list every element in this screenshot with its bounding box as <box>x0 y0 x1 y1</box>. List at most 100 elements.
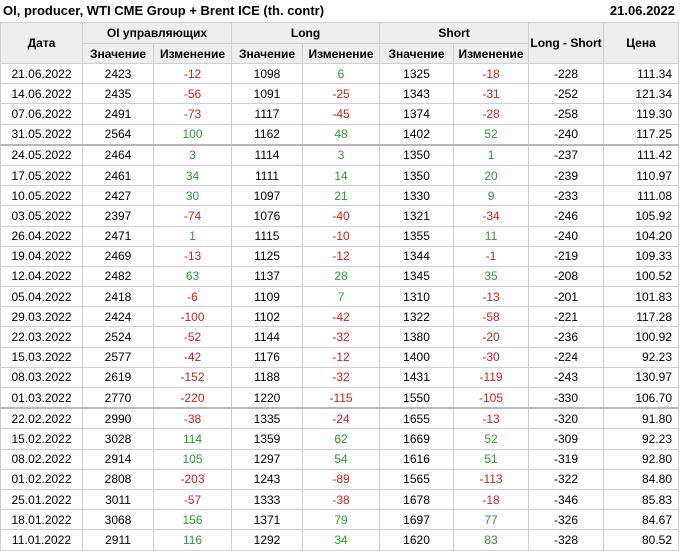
header-price: Цена <box>603 22 680 64</box>
price-cell: 121.34 <box>603 83 680 105</box>
table-row: 15.02.2022 3028 114 1359 62 1669 52 -309 92.23 <box>0 428 680 450</box>
long-short-cell: -240 <box>528 225 605 247</box>
short-value-cell: 1402 <box>379 123 455 146</box>
oi-value-cell: 2491 <box>82 103 154 125</box>
table-row: 07.06.2022 2491 -73 1117 -45 1374 -28 -258 119.3… <box>0 103 680 125</box>
oi-value-cell: 2911 <box>82 529 154 551</box>
short-change-cell: 52 <box>453 123 530 146</box>
date-cell: 05.04.2022 <box>0 286 83 308</box>
short-change-cell: -58 <box>453 306 530 328</box>
oi-change-cell: 100 <box>152 123 233 146</box>
long-value-cell: 1176 <box>231 346 304 368</box>
long-value-cell: 1137 <box>231 265 304 288</box>
short-value-cell: 1345 <box>379 265 455 288</box>
long-value-cell: 1102 <box>231 306 304 328</box>
date-cell: 10.05.2022 <box>0 185 83 207</box>
title-bar: OI, producer, WTI CME Group + Brent ICE … <box>0 0 680 22</box>
price-cell: 85.83 <box>603 488 680 511</box>
date-cell: 24.05.2022 <box>0 143 83 166</box>
long-change-cell: -25 <box>302 83 381 105</box>
short-change-cell: 35 <box>453 265 530 288</box>
short-value-cell: 1310 <box>379 286 455 308</box>
price-cell: 92.23 <box>603 346 680 368</box>
oi-change-cell: -38 <box>152 407 233 430</box>
oi-change-cell: 1 <box>152 225 233 247</box>
oi-value-cell: 2397 <box>82 205 154 227</box>
long-short-cell: -252 <box>528 83 605 105</box>
date-cell: 18.01.2022 <box>0 509 83 531</box>
long-value-cell: 1292 <box>231 529 304 551</box>
long-value-cell: 1114 <box>231 143 304 166</box>
short-value-cell: 1620 <box>379 529 455 551</box>
price-cell: 130.97 <box>603 366 680 389</box>
short-change-cell: -20 <box>453 326 530 348</box>
oi-value-cell: 2423 <box>82 62 154 85</box>
long-value-cell: 1335 <box>231 407 304 430</box>
long-short-cell: -328 <box>528 529 605 551</box>
price-cell: 84.67 <box>603 509 680 531</box>
short-change-cell: -18 <box>453 488 530 511</box>
date-cell: 29.03.2022 <box>0 306 83 328</box>
date-cell: 31.05.2022 <box>0 123 83 146</box>
short-change-cell: -31 <box>453 83 530 105</box>
oi-change-cell: -56 <box>152 83 233 105</box>
short-value-cell: 1697 <box>379 509 455 531</box>
oi-value-cell: 2469 <box>82 245 154 267</box>
oi-change-cell: 30 <box>152 185 233 207</box>
oi-value-cell: 2435 <box>82 83 154 105</box>
short-change-cell: 11 <box>453 225 530 247</box>
table-row: 01.02.2022 2808 -203 1243 -89 1565 -113 -322 84.… <box>0 468 680 490</box>
short-change-cell: -1 <box>453 245 530 267</box>
date-cell: 03.05.2022 <box>0 205 83 227</box>
oi-change-cell: -74 <box>152 205 233 227</box>
table-row: 19.04.2022 2469 -13 1125 -12 1344 -1 -219 109.33 <box>0 245 680 267</box>
long-change-cell: -38 <box>302 488 381 511</box>
long-change-cell: 79 <box>302 509 381 531</box>
long-change-cell: -12 <box>302 245 381 267</box>
oi-change-cell: 114 <box>152 428 233 450</box>
date-cell: 22.02.2022 <box>0 407 83 430</box>
long-change-cell: -32 <box>302 366 381 389</box>
short-change-cell: 52 <box>453 428 530 450</box>
price-cell: 110.97 <box>603 164 680 187</box>
table-row: 05.04.2022 2418 -6 1109 7 1310 -13 -201 101.83 <box>0 286 680 308</box>
report-date: 21.06.2022 <box>609 3 675 18</box>
long-value-cell: 1115 <box>231 225 304 247</box>
long-short-cell: -236 <box>528 326 605 348</box>
oi-value-cell: 2482 <box>82 265 154 288</box>
oi-change-cell: -6 <box>152 286 233 308</box>
long-short-cell: -224 <box>528 346 605 368</box>
long-change-cell: -24 <box>302 407 381 430</box>
date-cell: 01.03.2022 <box>0 387 83 409</box>
short-value-cell: 1321 <box>379 205 455 227</box>
oi-value-cell: 2808 <box>82 468 154 490</box>
price-cell: 117.28 <box>603 306 680 328</box>
price-cell: 84.80 <box>603 468 680 490</box>
oi-change-cell: 105 <box>152 448 233 470</box>
oi-value-cell: 2577 <box>82 346 154 368</box>
long-change-cell: 54 <box>302 448 381 470</box>
long-change-cell: -45 <box>302 103 381 125</box>
table-row: 03.05.2022 2397 -74 1076 -40 1321 -34 -246 105.9… <box>0 205 680 227</box>
oi-change-cell: -100 <box>152 306 233 328</box>
oi-change-cell: 116 <box>152 529 233 551</box>
short-value-cell: 1344 <box>379 245 455 267</box>
header-date: Дата <box>0 22 83 64</box>
short-change-cell: 51 <box>453 448 530 470</box>
cot-table: Дата OI управляющих Long Short Long - Sh… <box>0 22 680 551</box>
oi-change-cell: 3 <box>152 143 233 166</box>
long-value-cell: 1243 <box>231 468 304 490</box>
short-value-cell: 1330 <box>379 185 455 207</box>
table-row: 17.05.2022 2461 34 1111 14 1350 20 -239 110.97 <box>0 164 680 187</box>
long-value-cell: 1098 <box>231 62 304 85</box>
short-value-cell: 1350 <box>379 143 455 166</box>
header-oi-change: Изменение <box>152 43 233 64</box>
long-change-cell: -12 <box>302 346 381 368</box>
long-change-cell: 14 <box>302 164 381 187</box>
long-value-cell: 1371 <box>231 509 304 531</box>
short-change-cell: 20 <box>453 164 530 187</box>
long-change-cell: -115 <box>302 387 381 409</box>
long-change-cell: -40 <box>302 205 381 227</box>
short-value-cell: 1380 <box>379 326 455 348</box>
date-cell: 21.06.2022 <box>0 62 83 85</box>
